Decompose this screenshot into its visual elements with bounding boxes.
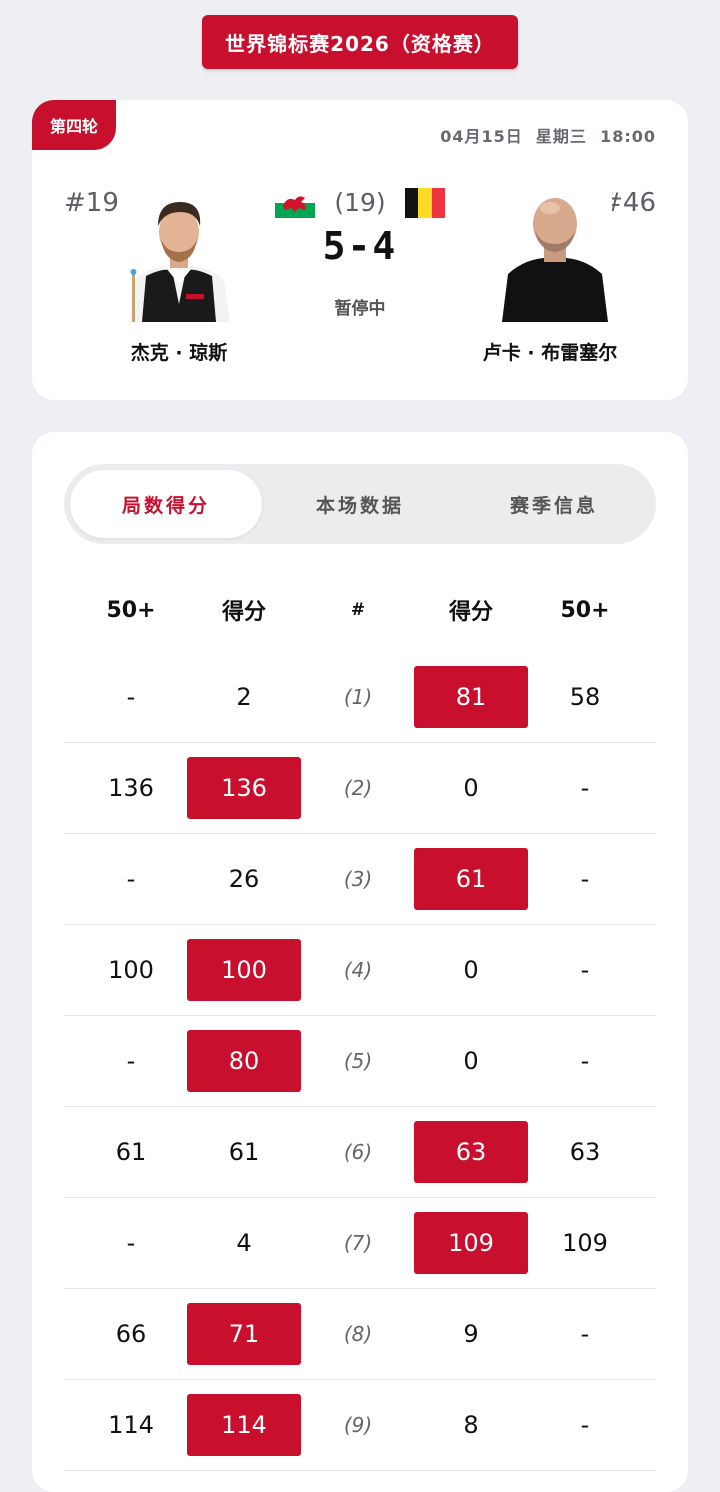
left-50plus-cell: 66 <box>115 1320 147 1348</box>
right-score-cell: 109 <box>414 1212 528 1274</box>
match-card: 第四轮 04月15日 星期三 18:00 #19 #46 (19) 5-4 暂停… <box>32 100 688 400</box>
match-score: 5-4 <box>322 224 398 268</box>
left-50plus-cell: 114 <box>108 1411 154 1439</box>
frame-number-cell: (8) <box>343 1322 373 1346</box>
tab-frame-scores[interactable]: 局数得分 <box>70 470 262 538</box>
header-left-score: 得分 <box>221 600 266 625</box>
frame-number-cell: (4) <box>343 958 373 982</box>
frame-number-cell: (7) <box>343 1231 373 1255</box>
match-datetime: 04月15日 星期三 18:00 <box>440 127 656 146</box>
right-50plus-cell: 109 <box>562 1229 608 1257</box>
table-row: - 4 (7) 109 109 <box>64 1198 656 1289</box>
left-50plus-cell: - <box>126 1047 136 1075</box>
table-row: - 26 (3) 61 - <box>64 834 656 925</box>
left-player-avatar[interactable] <box>122 184 236 322</box>
table-row: - 2 (1) 81 58 <box>64 652 656 743</box>
round-badge: 第四轮 <box>32 100 116 150</box>
header-right-50plus: 50+ <box>560 597 610 623</box>
frame-number-cell: (3) <box>343 867 373 891</box>
frame-number-cell: (2) <box>343 776 373 800</box>
belgium-flag-icon <box>405 188 445 218</box>
header-left-50plus: 50+ <box>106 597 156 623</box>
left-score-cell: 80 <box>187 1030 301 1092</box>
left-score-cell: 61 <box>228 1138 260 1166</box>
right-50plus-cell: - <box>580 956 590 984</box>
left-50plus-cell: 100 <box>108 956 154 984</box>
left-score-cell: 136 <box>187 757 301 819</box>
left-score-cell: 114 <box>187 1394 301 1456</box>
right-score-cell: 81 <box>414 666 528 728</box>
frame-score-table: -2 (1) 81 58 136 136 (2) 0- -26 (3) 61-100 100 (4) 0-… <box>64 652 656 1471</box>
table-row: 100 100 (4) 0 - <box>64 925 656 1016</box>
table-header: 50+ 得分 # 得分 50+ <box>64 582 656 638</box>
right-score-cell: 9 <box>463 1320 479 1348</box>
right-50plus-cell: - <box>580 774 590 802</box>
tab-bar: 局数得分 本场数据 赛季信息 <box>64 464 656 544</box>
frames-total: (19) <box>334 188 386 217</box>
right-50plus-cell: 58 <box>569 683 601 711</box>
frame-number-cell: (5) <box>343 1049 373 1073</box>
right-score-cell: 61 <box>414 848 528 910</box>
left-50plus-cell: - <box>126 683 136 711</box>
table-row: - 80 (5) 0 - <box>64 1016 656 1107</box>
header-right-score: 得分 <box>448 600 493 625</box>
left-player-name[interactable]: 杰克 · 琼斯 <box>69 338 289 365</box>
left-score-cell: 71 <box>187 1303 301 1365</box>
table-row: 61 61 (6) 63 63 <box>64 1107 656 1198</box>
left-50plus-cell: 136 <box>108 774 154 802</box>
left-score-cell: 4 <box>236 1229 252 1257</box>
frame-number-cell: (9) <box>343 1413 373 1437</box>
right-50plus-cell: - <box>580 1411 590 1439</box>
table-row: 66 71 (8) 9 - <box>64 1289 656 1380</box>
right-score-cell: 63 <box>414 1121 528 1183</box>
right-score-cell: 0 <box>463 1047 479 1075</box>
match-status: 暂停中 <box>334 299 386 319</box>
frame-number-cell: (1) <box>343 685 373 709</box>
tab-season-info[interactable]: 赛季信息 <box>458 470 650 538</box>
tournament-title: 世界锦标赛2026（资格赛） <box>202 15 518 69</box>
stats-card: 局数得分 本场数据 赛季信息 50+ 得分 # 得分 50+ - 2 (1) 81 58… <box>32 432 688 1492</box>
left-score-cell: 26 <box>228 865 260 893</box>
header-frame-number: # <box>350 600 366 620</box>
table-row: 114 114 (9) 8 - <box>64 1380 656 1471</box>
tab-match-stats[interactable]: 本场数据 <box>264 470 456 538</box>
left-50plus-cell: - <box>126 865 136 893</box>
left-score-cell: 100 <box>187 939 301 1001</box>
right-score-cell: 0 <box>463 774 479 802</box>
table-row: 136 136 (2) 0 - <box>64 743 656 834</box>
right-50plus-cell: - <box>580 1320 590 1348</box>
right-50plus-cell: - <box>580 865 590 893</box>
frame-number-cell: (6) <box>343 1140 373 1164</box>
left-score-cell: 2 <box>236 683 252 711</box>
right-player-avatar[interactable] <box>498 184 612 322</box>
right-50plus-cell: 63 <box>569 1138 601 1166</box>
left-player-rank: #19 <box>64 188 119 218</box>
right-50plus-cell: - <box>580 1047 590 1075</box>
right-score-cell: 0 <box>463 956 479 984</box>
right-player-name[interactable]: 卢卡 · 布雷塞尔 <box>440 338 660 365</box>
left-50plus-cell: 61 <box>115 1138 147 1166</box>
right-score-cell: 8 <box>463 1411 479 1439</box>
left-50plus-cell: - <box>126 1229 136 1257</box>
